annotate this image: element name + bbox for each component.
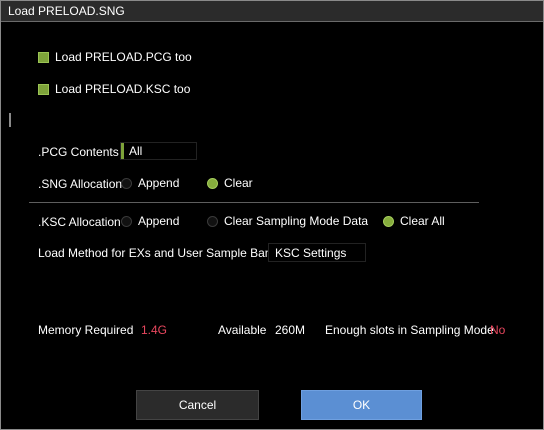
radio-label: Clear <box>224 176 253 190</box>
radio-label: Clear Sampling Mode Data <box>224 214 369 228</box>
pcg-contents-select[interactable]: All <box>120 142 197 160</box>
load-method-select[interactable]: KSC Settings <box>268 243 366 262</box>
pcg-contents-label: .PCG Contents <box>38 145 119 159</box>
available-value: 260M <box>275 323 306 337</box>
load-pcg-checkbox[interactable]: Load PRELOAD.PCG too <box>38 50 192 64</box>
select-accent <box>121 143 124 159</box>
available-label: Available <box>218 323 267 337</box>
radio-off-icon <box>121 215 132 227</box>
pcg-contents-value: All <box>129 144 143 158</box>
radio-on-icon <box>207 177 218 189</box>
sng-allocation-clear-radio[interactable]: Clear <box>207 176 253 190</box>
radio-label: Clear All <box>400 214 445 228</box>
separator <box>29 202 479 203</box>
load-dialog: Load PRELOAD.SNG Load PRELOAD.PCG too Lo… <box>0 0 544 430</box>
sampling-slots-label: Enough slots in Sampling Mode <box>325 323 494 337</box>
load-method-value: KSC Settings <box>275 245 347 260</box>
load-pcg-label: Load PRELOAD.PCG too <box>55 50 192 64</box>
checkbox-checked-icon <box>38 83 49 95</box>
cancel-label: Cancel <box>178 398 217 412</box>
memory-required-value: 1.4G <box>141 323 168 337</box>
load-ksc-label: Load PRELOAD.KSC too <box>55 82 191 96</box>
ok-label: OK <box>352 398 371 412</box>
checkbox-checked-icon <box>38 51 49 63</box>
memory-required-label: Memory Required <box>38 323 134 337</box>
load-method-label: Load Method for EXs and User Sample Bank… <box>38 246 284 260</box>
radio-label: Append <box>138 176 180 190</box>
dialog-title: Load PRELOAD.SNG <box>8 4 125 18</box>
radio-off-icon <box>121 177 132 189</box>
ksc-allocation-clear-all-radio[interactable]: Clear All <box>383 214 445 228</box>
ksc-allocation-append-radio[interactable]: Append <box>121 214 179 228</box>
scroll-indicator <box>9 113 11 127</box>
load-ksc-checkbox[interactable]: Load PRELOAD.KSC too <box>38 82 190 96</box>
title-bar: Load PRELOAD.SNG <box>1 1 543 22</box>
sng-allocation-append-radio[interactable]: Append <box>121 176 179 190</box>
cancel-button[interactable]: Cancel <box>136 390 259 420</box>
radio-off-icon <box>207 215 218 227</box>
sampling-slots-value: No <box>490 323 506 337</box>
sng-allocation-label: .SNG Allocation <box>38 177 123 191</box>
ok-button[interactable]: OK <box>301 390 422 420</box>
radio-on-icon <box>383 215 394 227</box>
ksc-allocation-clear-sampling-radio[interactable]: Clear Sampling Mode Data <box>207 214 368 228</box>
ksc-allocation-label: .KSC Allocation <box>38 215 121 229</box>
radio-label: Append <box>138 214 180 228</box>
